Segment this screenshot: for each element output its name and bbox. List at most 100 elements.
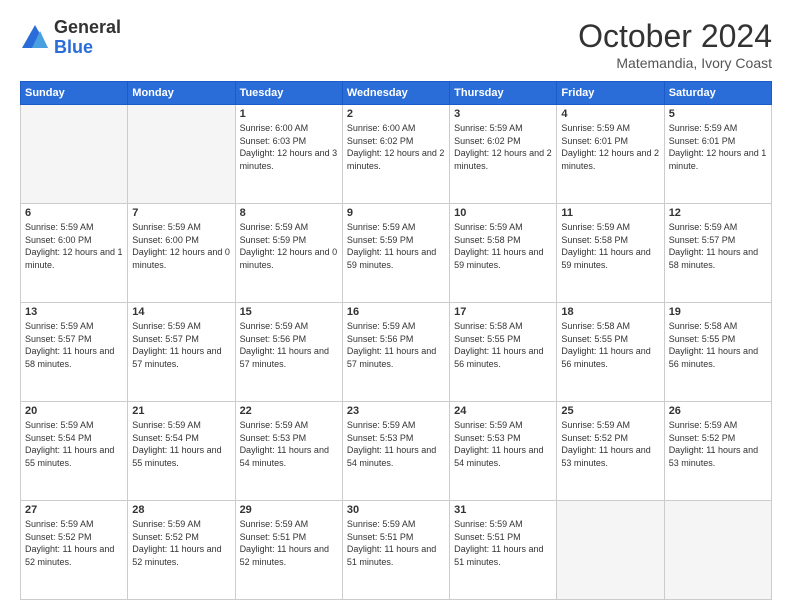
month-title: October 2024 <box>578 18 772 55</box>
day-number: 20 <box>25 405 123 417</box>
logo: General Blue <box>20 18 121 58</box>
logo-blue: Blue <box>54 38 121 58</box>
calendar-cell <box>557 501 664 600</box>
day-number: 22 <box>240 405 338 417</box>
calendar-row-2: 13 Sunrise: 5:59 AM Sunset: 5:57 PM Dayli… <box>21 303 772 402</box>
day-number: 15 <box>240 306 338 318</box>
day-info: Sunrise: 5:59 AM Sunset: 5:54 PM Dayligh… <box>132 419 230 469</box>
col-header-tuesday: Tuesday <box>235 82 342 105</box>
day-number: 18 <box>561 306 659 318</box>
day-number: 26 <box>669 405 767 417</box>
day-number: 3 <box>454 108 552 120</box>
calendar-cell: 9 Sunrise: 5:59 AM Sunset: 5:59 PM Daylig… <box>342 204 449 303</box>
col-header-monday: Monday <box>128 82 235 105</box>
logo-text: General Blue <box>54 18 121 58</box>
logo-general: General <box>54 18 121 38</box>
header: General Blue October 2024 Matemandia, Iv… <box>20 18 772 71</box>
day-info: Sunrise: 6:00 AM Sunset: 6:02 PM Dayligh… <box>347 122 445 172</box>
day-number: 8 <box>240 207 338 219</box>
day-info: Sunrise: 5:59 AM Sunset: 5:53 PM Dayligh… <box>454 419 552 469</box>
day-info: Sunrise: 5:59 AM Sunset: 5:53 PM Dayligh… <box>347 419 445 469</box>
day-number: 6 <box>25 207 123 219</box>
calendar-cell: 25 Sunrise: 5:59 AM Sunset: 5:52 PM Dayli… <box>557 402 664 501</box>
calendar-cell: 12 Sunrise: 5:59 AM Sunset: 5:57 PM Dayli… <box>664 204 771 303</box>
day-info: Sunrise: 5:59 AM Sunset: 5:51 PM Dayligh… <box>240 518 338 568</box>
day-number: 17 <box>454 306 552 318</box>
day-info: Sunrise: 5:59 AM Sunset: 6:01 PM Dayligh… <box>561 122 659 172</box>
day-number: 23 <box>347 405 445 417</box>
day-number: 24 <box>454 405 552 417</box>
day-info: Sunrise: 5:59 AM Sunset: 6:02 PM Dayligh… <box>454 122 552 172</box>
title-area: October 2024 Matemandia, Ivory Coast <box>578 18 772 71</box>
day-info: Sunrise: 5:59 AM Sunset: 5:52 PM Dayligh… <box>561 419 659 469</box>
day-info: Sunrise: 5:59 AM Sunset: 5:52 PM Dayligh… <box>132 518 230 568</box>
day-number: 9 <box>347 207 445 219</box>
day-info: Sunrise: 5:59 AM Sunset: 6:01 PM Dayligh… <box>669 122 767 172</box>
calendar-row-3: 20 Sunrise: 5:59 AM Sunset: 5:54 PM Dayli… <box>21 402 772 501</box>
calendar-cell: 8 Sunrise: 5:59 AM Sunset: 5:59 PM Daylig… <box>235 204 342 303</box>
day-info: Sunrise: 5:59 AM Sunset: 5:53 PM Dayligh… <box>240 419 338 469</box>
calendar-cell: 3 Sunrise: 5:59 AM Sunset: 6:02 PM Daylig… <box>450 105 557 204</box>
calendar-cell: 22 Sunrise: 5:59 AM Sunset: 5:53 PM Dayli… <box>235 402 342 501</box>
day-info: Sunrise: 5:59 AM Sunset: 5:59 PM Dayligh… <box>240 221 338 271</box>
calendar-cell: 29Sunrise: 5:59 AM Sunset: 5:51 PM Dayli… <box>235 501 342 600</box>
calendar-cell: 21 Sunrise: 5:59 AM Sunset: 5:54 PM Dayli… <box>128 402 235 501</box>
col-header-wednesday: Wednesday <box>342 82 449 105</box>
day-info: Sunrise: 5:59 AM Sunset: 5:54 PM Dayligh… <box>25 419 123 469</box>
calendar-cell: 15 Sunrise: 5:59 AM Sunset: 5:56 PM Dayli… <box>235 303 342 402</box>
day-number: 14 <box>132 306 230 318</box>
location: Matemandia, Ivory Coast <box>578 55 772 71</box>
calendar-cell: 7Sunrise: 5:59 AM Sunset: 6:00 PM Daylig… <box>128 204 235 303</box>
calendar-row-0: 1 Sunrise: 6:00 AM Sunset: 6:03 PM Daylig… <box>21 105 772 204</box>
day-number: 13 <box>25 306 123 318</box>
day-number: 21 <box>132 405 230 417</box>
day-number: 16 <box>347 306 445 318</box>
calendar-cell: 16 Sunrise: 5:59 AM Sunset: 5:56 PM Dayli… <box>342 303 449 402</box>
calendar-row-1: 6 Sunrise: 5:59 AM Sunset: 6:00 PM Daylig… <box>21 204 772 303</box>
day-info: Sunrise: 5:59 AM Sunset: 5:56 PM Dayligh… <box>347 320 445 370</box>
calendar-cell: 4Sunrise: 5:59 AM Sunset: 6:01 PM Daylig… <box>557 105 664 204</box>
col-header-sunday: Sunday <box>21 82 128 105</box>
day-number: 28 <box>132 504 230 516</box>
day-info: Sunrise: 6:00 AM Sunset: 6:03 PM Dayligh… <box>240 122 338 172</box>
calendar-cell: 11Sunrise: 5:59 AM Sunset: 5:58 PM Dayli… <box>557 204 664 303</box>
day-number: 12 <box>669 207 767 219</box>
calendar-cell: 5 Sunrise: 5:59 AM Sunset: 6:01 PM Daylig… <box>664 105 771 204</box>
calendar-cell: 2Sunrise: 6:00 AM Sunset: 6:02 PM Daylig… <box>342 105 449 204</box>
day-number: 5 <box>669 108 767 120</box>
day-info: Sunrise: 5:59 AM Sunset: 6:00 PM Dayligh… <box>25 221 123 271</box>
page: General Blue October 2024 Matemandia, Iv… <box>0 0 792 612</box>
day-info: Sunrise: 5:59 AM Sunset: 5:59 PM Dayligh… <box>347 221 445 271</box>
calendar-cell: 26 Sunrise: 5:59 AM Sunset: 5:52 PM Dayli… <box>664 402 771 501</box>
calendar-cell: 19 Sunrise: 5:58 AM Sunset: 5:55 PM Dayli… <box>664 303 771 402</box>
day-info: Sunrise: 5:59 AM Sunset: 5:57 PM Dayligh… <box>25 320 123 370</box>
day-info: Sunrise: 5:59 AM Sunset: 6:00 PM Dayligh… <box>132 221 230 271</box>
day-number: 10 <box>454 207 552 219</box>
calendar-cell: 27Sunrise: 5:59 AM Sunset: 5:52 PM Dayli… <box>21 501 128 600</box>
day-info: Sunrise: 5:59 AM Sunset: 5:58 PM Dayligh… <box>561 221 659 271</box>
day-info: Sunrise: 5:59 AM Sunset: 5:51 PM Dayligh… <box>347 518 445 568</box>
day-info: Sunrise: 5:58 AM Sunset: 5:55 PM Dayligh… <box>561 320 659 370</box>
col-header-thursday: Thursday <box>450 82 557 105</box>
day-info: Sunrise: 5:58 AM Sunset: 5:55 PM Dayligh… <box>669 320 767 370</box>
logo-icon <box>20 23 50 53</box>
calendar-cell: 18 Sunrise: 5:58 AM Sunset: 5:55 PM Dayli… <box>557 303 664 402</box>
calendar-cell: 1 Sunrise: 6:00 AM Sunset: 6:03 PM Daylig… <box>235 105 342 204</box>
calendar-cell <box>21 105 128 204</box>
day-number: 19 <box>669 306 767 318</box>
day-info: Sunrise: 5:59 AM Sunset: 5:57 PM Dayligh… <box>669 221 767 271</box>
day-info: Sunrise: 5:59 AM Sunset: 5:56 PM Dayligh… <box>240 320 338 370</box>
day-info: Sunrise: 5:59 AM Sunset: 5:51 PM Dayligh… <box>454 518 552 568</box>
day-number: 1 <box>240 108 338 120</box>
calendar-cell: 10Sunrise: 5:59 AM Sunset: 5:58 PM Dayli… <box>450 204 557 303</box>
day-number: 25 <box>561 405 659 417</box>
col-header-friday: Friday <box>557 82 664 105</box>
calendar-cell: 31Sunrise: 5:59 AM Sunset: 5:51 PM Dayli… <box>450 501 557 600</box>
day-number: 27 <box>25 504 123 516</box>
calendar-cell: 14 Sunrise: 5:59 AM Sunset: 5:57 PM Dayli… <box>128 303 235 402</box>
day-info: Sunrise: 5:59 AM Sunset: 5:57 PM Dayligh… <box>132 320 230 370</box>
day-info: Sunrise: 5:59 AM Sunset: 5:52 PM Dayligh… <box>669 419 767 469</box>
calendar-cell: 28 Sunrise: 5:59 AM Sunset: 5:52 PM Dayli… <box>128 501 235 600</box>
calendar-row-4: 27 Sunrise: 5:59 AM Sunset: 5:52 PM Dayli… <box>21 501 772 600</box>
calendar-cell: 13 Sunrise: 5:59 AM Sunset: 5:57 PM Dayli… <box>21 303 128 402</box>
